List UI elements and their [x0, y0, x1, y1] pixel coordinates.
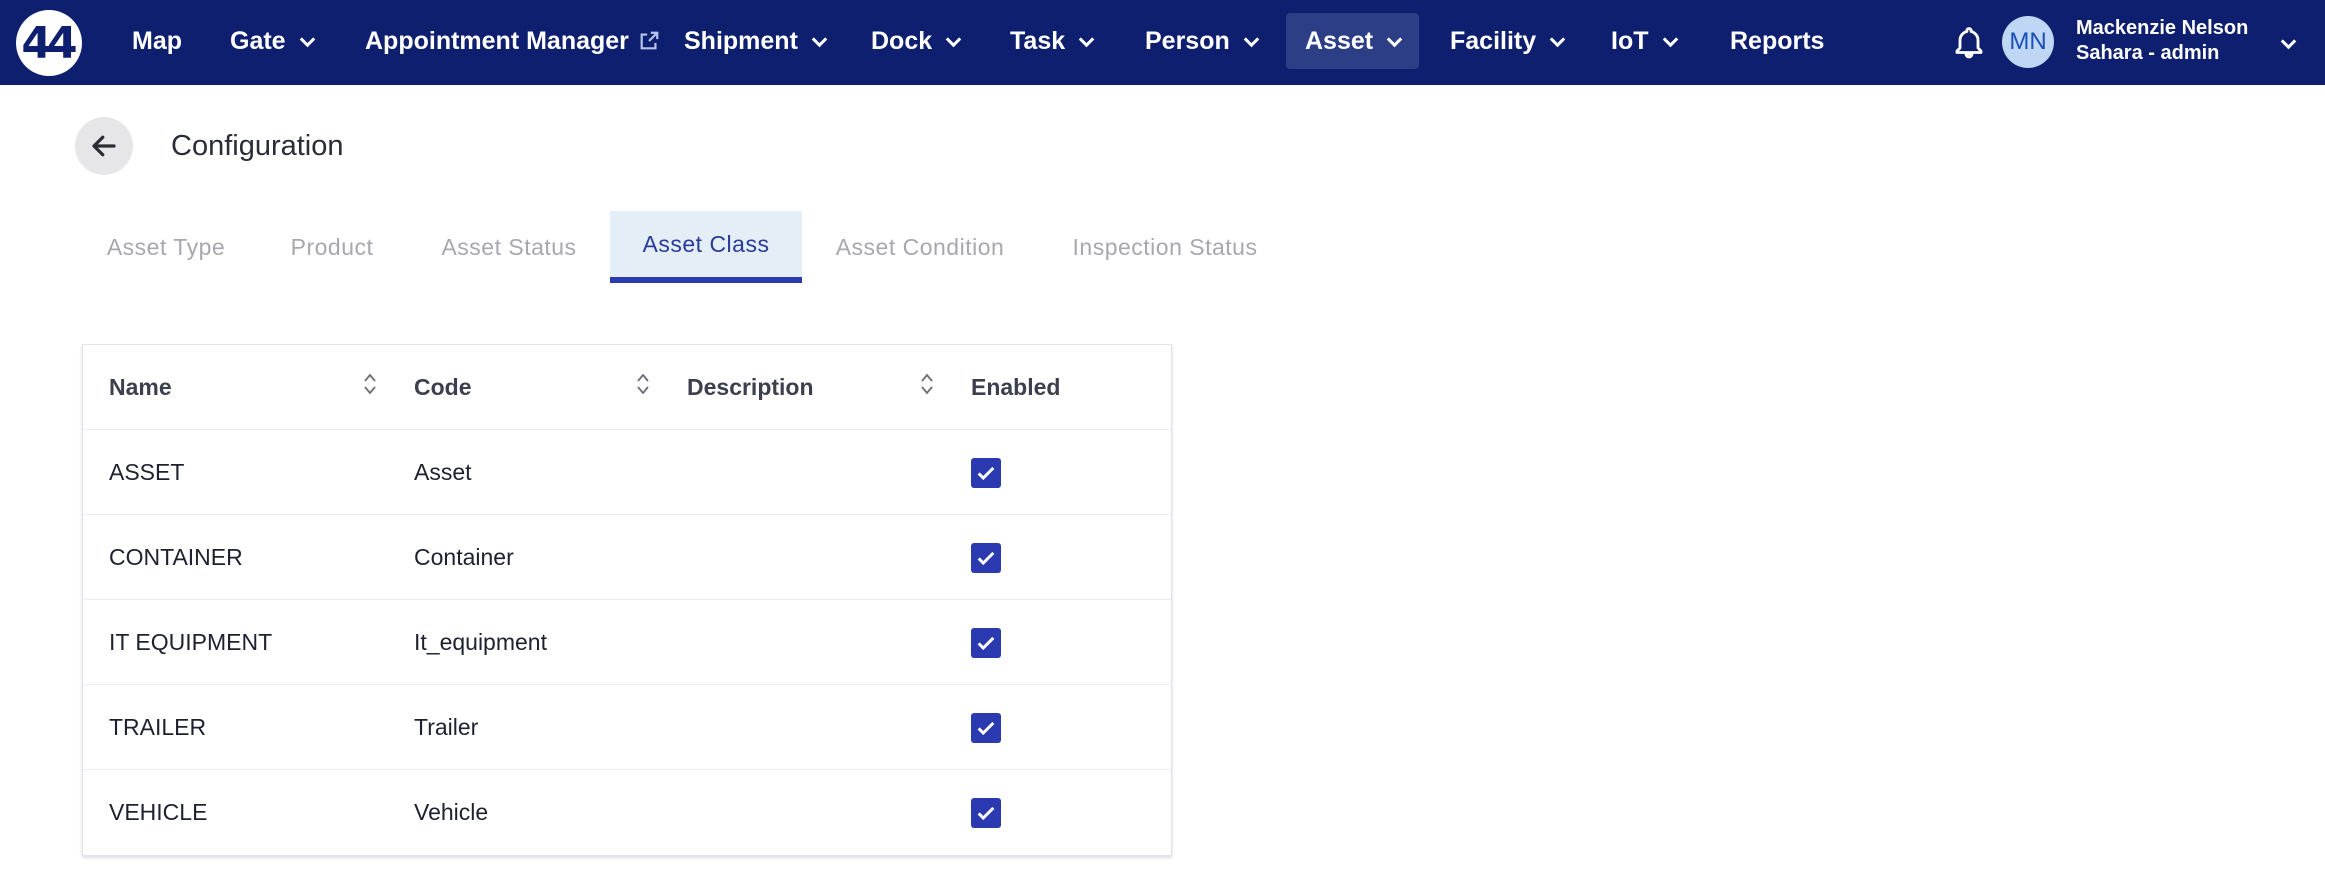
sort-icon[interactable]	[362, 371, 378, 397]
nav-item-gate[interactable]: Gate	[211, 13, 332, 69]
nav-item-facility[interactable]: Facility	[1431, 13, 1582, 69]
nav-item-iot[interactable]: IoT	[1592, 13, 1695, 69]
chevron-down-icon	[299, 31, 315, 47]
bell-icon[interactable]	[1951, 24, 1987, 60]
check-icon	[977, 466, 995, 480]
chevron-down-icon	[811, 31, 828, 47]
cell-code: Asset	[414, 459, 472, 485]
nav-item-person[interactable]: Person	[1126, 13, 1276, 69]
cell-name: IT EQUIPMENT	[109, 629, 273, 655]
check-icon	[977, 721, 995, 735]
nav-item-label: Asset	[1305, 26, 1374, 55]
external-link-icon	[640, 31, 659, 50]
back-button[interactable]	[75, 117, 133, 175]
table-row[interactable]: VEHICLE Vehicle	[83, 770, 1171, 855]
chevron-down-icon[interactable]	[2280, 33, 2297, 50]
user-name[interactable]: Mackenzie Nelson	[2076, 17, 2248, 40]
enabled-checkbox[interactable]	[971, 712, 1001, 743]
sort-icon[interactable]	[919, 371, 935, 397]
column-header-name[interactable]: Name	[109, 345, 172, 430]
cell-enabled	[971, 600, 1001, 685]
nav-item-asset[interactable]: Asset	[1286, 13, 1420, 69]
column-header-enabled: Enabled	[971, 374, 1061, 400]
chevron-down-icon	[945, 31, 962, 47]
check-icon	[977, 806, 995, 820]
cell-name: VEHICLE	[109, 799, 208, 825]
tab-asset-condition[interactable]: Asset Condition	[815, 211, 1025, 283]
nav-item-map[interactable]: Map	[113, 13, 201, 69]
cell-enabled	[971, 515, 1001, 600]
cell-name: TRAILER	[109, 714, 207, 740]
main-nav: Map Gate Appointment Manager Shipment Do…	[0, 0, 1860, 85]
enabled-checkbox[interactable]	[971, 797, 1001, 828]
cell-enabled	[971, 685, 1001, 770]
cell-name: CONTAINER	[109, 544, 243, 570]
nav-item-label: Dock	[871, 26, 933, 55]
cell-code: Container	[414, 544, 514, 570]
nav-item-label: IoT	[1611, 26, 1649, 55]
tab-asset-status[interactable]: Asset Status	[420, 211, 598, 283]
nav-item-label: Reports	[1730, 26, 1825, 55]
cell-code: It_equipment	[414, 629, 547, 655]
tab-product[interactable]: Product	[271, 211, 393, 283]
nav-item-label: Appointment Manager	[365, 26, 629, 55]
tab-inspection-status[interactable]: Inspection Status	[1050, 211, 1280, 283]
avatar[interactable]: MN	[2002, 16, 2054, 68]
nav-item-dock[interactable]: Dock	[852, 13, 978, 69]
asset-class-table: Name Code Description Enabled ASSET Asse…	[82, 344, 1172, 856]
nav-item-appointment-manager[interactable]: Appointment Manager	[346, 13, 679, 69]
chevron-down-icon	[1078, 31, 1095, 47]
table-row[interactable]: IT EQUIPMENT It_equipment	[83, 600, 1171, 685]
nav-item-label: Map	[132, 26, 182, 55]
nav-item-task[interactable]: Task	[991, 13, 1111, 69]
nav-item-label: Shipment	[684, 26, 798, 55]
table-row[interactable]: ASSET Asset	[83, 430, 1171, 515]
cell-name: ASSET	[109, 459, 185, 485]
chevron-down-icon	[1386, 31, 1403, 47]
nav-item-label: Person	[1145, 26, 1230, 55]
avatar-initials: MN	[2009, 28, 2047, 55]
column-header-description[interactable]: Description	[687, 345, 814, 430]
enabled-checkbox[interactable]	[971, 457, 1001, 488]
top-navbar: 44 Map Gate Appointment Manager Shipment…	[0, 0, 2325, 85]
table-header-row: Name Code Description Enabled	[83, 345, 1171, 430]
chevron-down-icon	[1243, 31, 1260, 47]
page-title: Configuration	[171, 130, 344, 162]
chevron-down-icon	[1549, 31, 1566, 47]
chevron-down-icon	[1662, 31, 1678, 47]
tab-asset-type[interactable]: Asset Type	[75, 211, 257, 283]
cell-enabled	[971, 430, 1001, 515]
nav-item-label: Gate	[230, 26, 286, 55]
nav-item-label: Task	[1010, 26, 1066, 55]
user-role[interactable]: Sahara - admin	[2076, 42, 2219, 65]
enabled-checkbox[interactable]	[971, 627, 1001, 658]
tab-asset-class[interactable]: Asset Class	[610, 211, 802, 283]
nav-item-reports[interactable]: Reports	[1711, 13, 1843, 69]
table-row[interactable]: TRAILER Trailer	[83, 685, 1171, 770]
table-row[interactable]: CONTAINER Container	[83, 515, 1171, 600]
check-icon	[977, 551, 995, 565]
config-tabs: Asset Type Product Asset Status Asset Cl…	[0, 211, 1300, 283]
cell-enabled	[971, 770, 1001, 855]
sort-icon[interactable]	[635, 371, 651, 397]
column-header-code[interactable]: Code	[414, 345, 472, 430]
cell-code: Vehicle	[414, 799, 489, 825]
arrow-left-icon	[92, 135, 116, 157]
cell-code: Trailer	[414, 714, 479, 740]
nav-item-label: Facility	[1450, 26, 1537, 55]
nav-item-shipment[interactable]: Shipment	[665, 13, 844, 69]
enabled-checkbox[interactable]	[971, 542, 1001, 573]
check-icon	[977, 636, 995, 650]
